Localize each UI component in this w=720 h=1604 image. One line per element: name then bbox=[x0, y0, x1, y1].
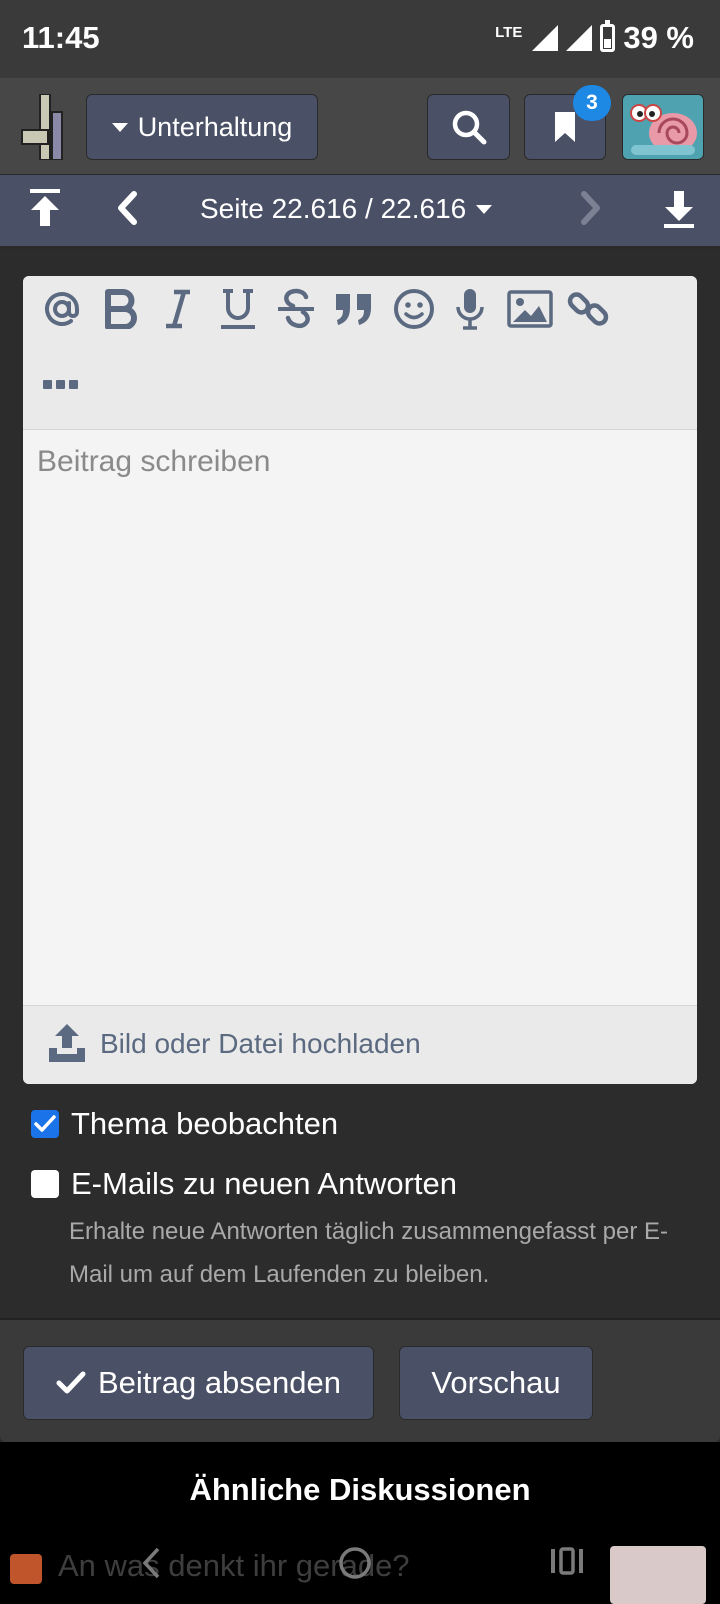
chat-icon bbox=[10, 1554, 42, 1584]
image-button[interactable] bbox=[507, 284, 553, 334]
link-button[interactable] bbox=[565, 284, 611, 334]
upload-button[interactable]: Bild oder Datei hochladen bbox=[23, 1005, 697, 1084]
microphone-button[interactable] bbox=[447, 284, 493, 334]
search-icon bbox=[452, 110, 486, 145]
editor-toolbar bbox=[23, 276, 697, 430]
forum-selector-button[interactable]: Unterhaltung bbox=[86, 94, 318, 160]
strikethrough-button[interactable] bbox=[273, 284, 319, 334]
more-icon-dot bbox=[56, 380, 65, 389]
underline-button[interactable] bbox=[215, 284, 261, 334]
bold-button[interactable] bbox=[97, 284, 143, 334]
upload-label: Bild oder Datei hochladen bbox=[100, 1028, 421, 1059]
snail-avatar-image bbox=[623, 95, 703, 159]
checkmark-icon bbox=[56, 1371, 86, 1394]
form-actions: Beitrag absenden Vorschau bbox=[0, 1318, 720, 1442]
strikethrough-icon bbox=[278, 288, 314, 328]
watch-thread-label: Thema beobachten bbox=[71, 1106, 339, 1141]
signal-icon-2 bbox=[566, 25, 593, 51]
battery-icon bbox=[600, 20, 616, 52]
next-page-icon bbox=[581, 191, 600, 225]
notification-badge: 3 bbox=[573, 85, 611, 121]
smiley-icon bbox=[394, 289, 434, 329]
app-header: Unterhaltung 3 bbox=[0, 78, 720, 174]
network-type: LTE bbox=[495, 23, 523, 41]
page-navigation: Seite 22.616 / 22.616 bbox=[0, 175, 720, 249]
similar-discussions-header: Ähnliche Diskussionen bbox=[0, 1442, 720, 1532]
status-bar: 11:45 LTE 39 % bbox=[0, 0, 720, 78]
watch-thread-option[interactable]: Thema beobachten bbox=[31, 1106, 338, 1142]
more-icon-dot bbox=[69, 380, 78, 389]
microphone-icon bbox=[456, 289, 484, 330]
status-time: 11:45 bbox=[22, 20, 100, 55]
emoji-button[interactable] bbox=[391, 284, 437, 334]
chevron-down-icon bbox=[111, 122, 128, 132]
email-notification-hint: Erhalte neue Antworten täglich zusammeng… bbox=[69, 1218, 668, 1288]
at-icon bbox=[45, 292, 79, 326]
back-nav-icon[interactable] bbox=[140, 1546, 162, 1580]
bookmark-icon bbox=[555, 112, 575, 142]
link-icon bbox=[567, 292, 609, 326]
quote-button[interactable] bbox=[331, 284, 377, 334]
email-notification-checkbox[interactable] bbox=[31, 1170, 59, 1198]
more-tools-button[interactable] bbox=[43, 380, 78, 389]
user-avatar[interactable] bbox=[622, 94, 704, 160]
italic-icon bbox=[166, 289, 190, 329]
post-textarea[interactable]: Beitrag schreiben bbox=[23, 431, 697, 1005]
submit-post-button[interactable]: Beitrag absenden bbox=[23, 1346, 374, 1420]
recents-nav-icon[interactable] bbox=[550, 1546, 584, 1576]
image-icon bbox=[507, 290, 553, 328]
bold-icon bbox=[105, 289, 137, 329]
preview-label: Vorschau bbox=[431, 1365, 561, 1400]
quote-icon bbox=[336, 294, 371, 325]
similar-discussions-title: Ähnliche Diskussionen bbox=[189, 1472, 531, 1507]
home-nav-icon[interactable] bbox=[338, 1546, 372, 1580]
jump-to-top-icon[interactable] bbox=[28, 189, 62, 227]
bookmarks-button[interactable]: 3 bbox=[524, 85, 611, 160]
jump-to-bottom-icon[interactable] bbox=[662, 191, 696, 229]
previous-page-icon[interactable] bbox=[116, 191, 138, 225]
site-logo[interactable] bbox=[20, 94, 66, 160]
signal-icon bbox=[532, 25, 559, 51]
underline-icon bbox=[221, 289, 255, 329]
battery-percent: 39 % bbox=[623, 20, 694, 55]
more-icon-dot bbox=[43, 380, 52, 389]
search-button[interactable] bbox=[427, 94, 510, 160]
preview-button[interactable]: Vorschau bbox=[399, 1346, 593, 1420]
bottom-bar: An was denkt ihr gerade? bbox=[0, 1532, 720, 1604]
checkmark-icon bbox=[34, 1115, 56, 1132]
email-notification-option[interactable]: E-Mails zu neuen Antworten bbox=[31, 1166, 457, 1202]
email-notification-label: E-Mails zu neuen Antworten bbox=[71, 1166, 457, 1201]
post-textarea-placeholder: Beitrag schreiben bbox=[37, 445, 271, 478]
watch-thread-checkbox[interactable] bbox=[31, 1110, 59, 1138]
upload-icon bbox=[49, 1024, 85, 1062]
thread-thumbnail[interactable] bbox=[610, 1546, 706, 1604]
page-selector-label: Seite 22.616 / 22.616 bbox=[200, 193, 467, 224]
page-selector[interactable]: Seite 22.616 / 22.616 bbox=[200, 193, 493, 225]
post-editor: Beitrag schreiben Bild oder Datei hochla… bbox=[23, 276, 697, 1084]
mention-button[interactable] bbox=[39, 284, 85, 334]
chevron-down-icon bbox=[476, 204, 493, 214]
italic-button[interactable] bbox=[155, 284, 201, 334]
submit-post-label: Beitrag absenden bbox=[97, 1365, 342, 1400]
forum-selector-label: Unterhaltung bbox=[137, 111, 293, 142]
